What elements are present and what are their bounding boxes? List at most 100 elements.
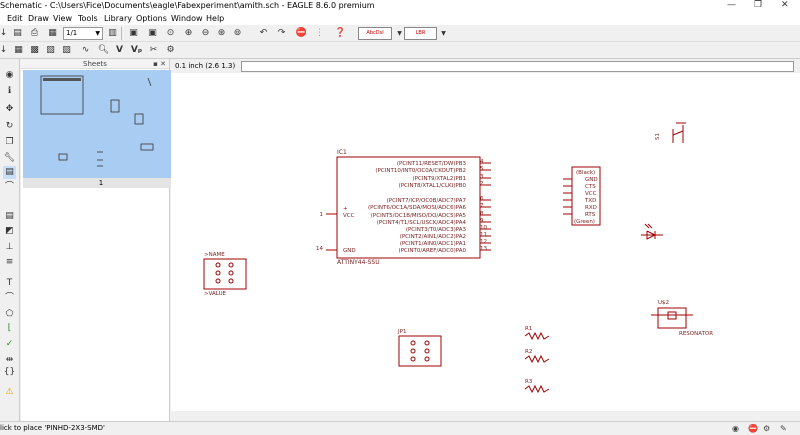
junction-icon[interactable]: ⊥ [3,241,16,254]
parameter-toolbar: ↓ ▦ ▩ ▧ ▨ ∿ 🔍︎ V Vₚ ✂ ⚙ [0,42,800,59]
close-button[interactable]: ✕ [781,0,789,11]
menu-library[interactable]: Library [104,12,132,25]
schematic-canvas[interactable]: IC1 ATTINY44-SSU VCC + GND 1 14 (PCINT11… [171,73,800,421]
rotate-icon[interactable]: ↻ [3,120,16,133]
zoom-area-icon[interactable]: ⊚ [231,27,244,40]
sheet-label[interactable]: 1 [23,178,179,188]
schematic-drawing: IC1 ATTINY44-SSU VCC + GND 1 14 (PCINT11… [203,122,713,394]
wave-icon[interactable]: ∿ [79,44,92,57]
sheet-thumbnail[interactable] [23,70,179,178]
script-icon[interactable]: ▣ [127,27,140,40]
close-icon[interactable]: ▪ ✕ [153,59,166,69]
open-icon[interactable]: ↓ [0,27,10,40]
menu-options[interactable]: Options [136,12,167,25]
ic1-pin-number: 13 [480,246,487,252]
sheets-header: Sheets ▪ ✕ [21,59,169,69]
run-ulp-icon[interactable]: ▣ [146,27,159,40]
maximize-button[interactable]: ❐ [754,0,762,11]
add-part-icon[interactable]: ▤ [3,166,16,179]
warning-icon[interactable]: ⚠ [3,386,16,399]
resistor-name: R1 [525,326,532,332]
move-icon[interactable]: ✥ [3,103,16,116]
board-icon[interactable]: ▦ [46,27,59,40]
header1-body [203,258,247,290]
scissors-icon[interactable]: ✂ [147,44,160,57]
settings-icon[interactable]: ⚙ [763,422,770,435]
arrow-icon[interactable]: ↓ [0,44,10,57]
grid-icon[interactable]: ▦ [12,44,25,57]
sheet-select[interactable]: 1/1 ▼ [63,27,103,40]
header1-value: >VALUE [204,291,227,297]
bracket-icon[interactable]: {} [3,366,16,379]
line-icon[interactable]: ⌊ [3,322,16,335]
select-icon[interactable]: ▨ [60,44,73,57]
vp-icon[interactable]: Vₚ [130,44,143,57]
bus-icon[interactable]: ◩ [3,225,16,238]
stop-icon[interactable]: ⛔ [748,422,758,435]
ic1-pin-label: (PCINT11/RESET/DW)PB3 [397,161,467,167]
lib-button-1[interactable]: AbcDsl [358,27,392,40]
menu-tools[interactable]: Tools [78,12,98,25]
resistor-name: R2 [525,349,532,355]
ic1-pin-number: 4 [480,159,484,165]
stop-icon[interactable]: ⛔ [295,27,308,40]
zoom-fit-icon[interactable]: ⊙ [164,27,177,40]
ic1-pin-label: (PCINT5/OC1B/MISO/DO/ADC5)PA5 [371,213,467,219]
menu-bar: Edit Draw View Tools Library Options Win… [0,12,800,25]
go-icon[interactable]: ⋮ [313,27,326,40]
coordinate-display: 0.1 inch (2.6 1.3) [175,62,236,70]
print-icon[interactable]: ⎙ [28,27,41,40]
help-icon[interactable]: ❓ [334,27,347,40]
ic1-pin-label: (PCINT9/XTAL2)PB1 [413,176,466,182]
arc-icon[interactable]: ⌒ [3,292,16,305]
menu-help[interactable]: Help [206,12,224,25]
ic1-gnd-pin: 14 [316,246,323,252]
menu-edit[interactable]: Edit [7,12,23,25]
search-icon[interactable]: 🔍︎ [97,44,110,57]
lib-button-2[interactable]: LBR [404,27,437,40]
copy-icon[interactable]: ❐ [3,136,16,149]
layer-icon[interactable]: ▩ [28,44,41,57]
polygon-icon[interactable]: ⬠ [3,308,16,321]
net-icon[interactable]: ▤ [3,210,16,223]
lib-button-2-label: LBR [415,30,426,36]
erc-icon[interactable]: ✓ [3,338,16,351]
ic1-pin-label: (PCINT8/XTAL1/CLKI)PB0 [399,183,467,189]
gear-icon[interactable]: ⚙ [164,44,177,57]
horizontal-scrollbar[interactable] [171,411,800,421]
ftdi-label: RTS [585,212,596,218]
save-icon[interactable]: ▤ [11,27,24,40]
chevron-down-icon[interactable]: ▼ [437,27,450,40]
ic1-pin-number: 2 [480,181,484,187]
redo-icon[interactable]: ↷ [275,27,288,40]
ic1-pin-label: (PCINT1/AIN0/ADC1)PA1 [400,241,466,247]
zoom-out-icon[interactable]: ⊖ [199,27,212,40]
minimize-button[interactable]: — [727,0,736,11]
command-input[interactable] [241,61,794,72]
eye-icon[interactable]: ◉ [3,69,16,82]
status-message: lick to place 'PINHD-2X3-SMD' [0,424,105,432]
text-icon[interactable]: T [3,277,16,290]
display-icon[interactable]: ▧ [44,44,57,57]
ic1-value: ATTINY44-SSU [337,259,380,266]
menu-draw[interactable]: Draw [28,12,49,25]
visibility-icon[interactable]: ◉ [732,422,739,435]
label-icon[interactable]: ≡ [3,256,16,269]
ic1-pin-label: (PCINT4/T1/SCL/USCK/ADC4)PA4 [377,220,467,226]
value-icon[interactable]: V [113,44,126,57]
wrench-icon[interactable]: ✎ [780,422,787,435]
sheets-panel: Sheets ▪ ✕ 1 [21,59,179,421]
replace-icon[interactable]: ⌒ [3,181,16,194]
use-library-icon[interactable]: ▥ [106,27,119,40]
ic1-pin-number: 11 [480,232,487,238]
ic1-plus-label: + [343,206,348,212]
undo-icon[interactable]: ↶ [257,27,270,40]
menu-window[interactable]: Window [171,12,203,25]
info-icon[interactable]: ℹ [3,85,16,98]
wrench-icon[interactable]: 🔧︎ [3,152,16,165]
ic1-pin-number: 9 [480,218,484,224]
redraw-icon[interactable]: ⊛ [215,27,228,40]
menu-view[interactable]: View [53,12,72,25]
zoom-in-icon[interactable]: ⊕ [182,27,195,40]
title-bar: Schematic - C:\Users\Fice\Documents\eagl… [0,0,800,12]
